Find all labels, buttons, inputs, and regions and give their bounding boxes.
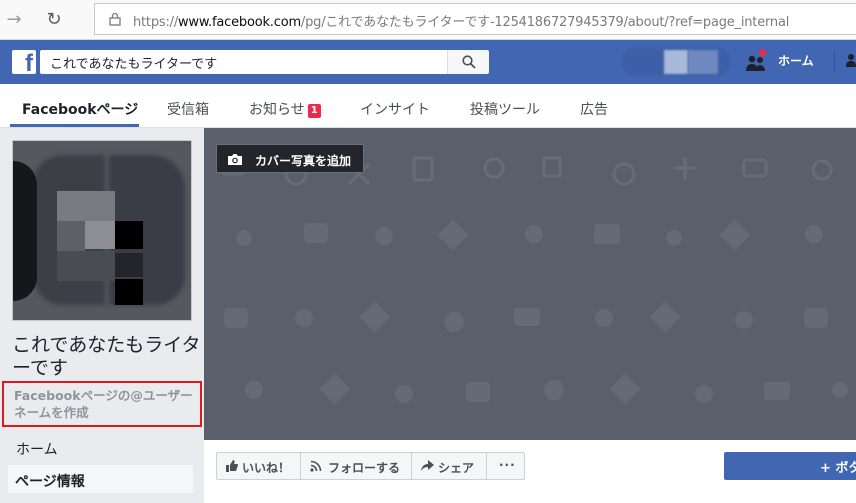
share-button[interactable]: シェア (411, 452, 487, 480)
search-button[interactable] (447, 50, 489, 74)
browser-toolbar: → ↻ https://www.facebook.com/pg/これであなたもラ… (0, 0, 856, 40)
tab-inbox[interactable]: 受信箱 (167, 99, 209, 119)
tab-notifications[interactable]: お知らせ 1 (249, 99, 321, 119)
active-tab-indicator (10, 124, 139, 127)
profile-picture[interactable] (12, 140, 192, 321)
cover-photo-area: カバー写真を追加 (204, 128, 856, 440)
search-icon (462, 55, 476, 69)
more-options-button[interactable]: ··· (486, 452, 525, 480)
page-tabs: Facebookページ 受信箱 お知らせ 1 インサイト 投稿ツール 広告 (0, 84, 856, 128)
camera-icon (228, 154, 242, 165)
home-link[interactable]: ホーム (778, 52, 814, 69)
add-cover-photo-button[interactable]: カバー写真を追加 (216, 144, 364, 173)
sidebar-item-home[interactable]: ホーム (16, 439, 58, 459)
tab-facebook-page[interactable]: Facebookページ (22, 99, 138, 119)
forward-icon[interactable]: → (0, 6, 28, 34)
page-action-bar: いいね！ フォローする シェア ··· + ボタ (204, 440, 856, 503)
like-button[interactable]: いいね！ (216, 452, 301, 480)
follow-button[interactable]: フォローする (300, 452, 412, 480)
share-arrow-icon (421, 460, 434, 471)
username-highlight-box: Facebookページの@ユーザーネームを作成 (2, 381, 202, 427)
tab-ads[interactable]: 広告 (580, 99, 608, 119)
tab-publishing-tools[interactable]: 投稿ツール (470, 99, 540, 119)
notification-badge: 1 (307, 104, 321, 118)
facebook-header: f これであなたもライターです (0, 40, 856, 84)
page-name: これであなたもライターです (12, 334, 201, 379)
user-icon[interactable] (846, 53, 856, 67)
address-bar[interactable]: https://www.facebook.com/pg/これであなたもライターで… (94, 3, 856, 35)
add-button-cta[interactable]: + ボタ (724, 452, 856, 480)
create-username-link[interactable]: Facebookページの@ユーザーネームを作成 (14, 387, 194, 421)
url-text: https://www.facebook.com/pg/これであなたもライターで… (133, 15, 790, 30)
left-sidebar: これであなたもライターです Facebookページの@ユーザーネームを作成 ホー… (0, 128, 204, 503)
search-input[interactable]: これであなたもライターです (40, 50, 447, 74)
thumbs-up-icon (226, 460, 238, 472)
user-profile-link[interactable] (622, 44, 730, 80)
cover-pattern (220, 156, 848, 405)
reload-icon[interactable]: ↻ (40, 6, 68, 34)
tab-insights[interactable]: インサイト (360, 99, 430, 119)
rss-icon (310, 460, 322, 472)
header-divider (834, 50, 835, 72)
notification-dot (758, 48, 767, 57)
facebook-logo-icon[interactable]: f (12, 50, 36, 76)
lock-icon (109, 12, 121, 26)
sidebar-item-page-info[interactable]: ページ情報 (8, 465, 193, 493)
